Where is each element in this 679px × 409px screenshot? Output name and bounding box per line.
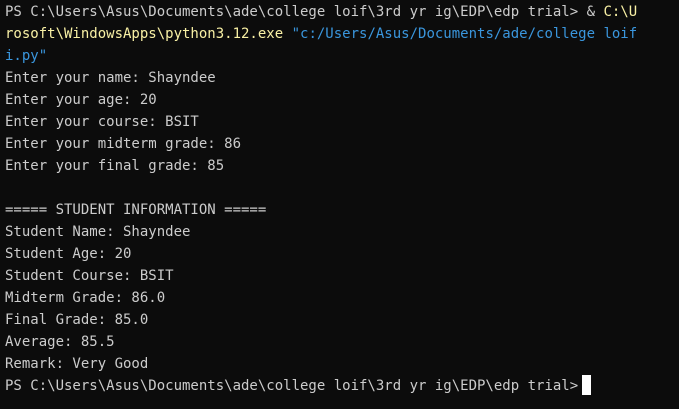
final-prompt-line[interactable]: PS C:\Users\Asus\Documents\ade\college l… (5, 375, 679, 397)
input-midterm-line: Enter your midterm grade: 86 (5, 136, 242, 152)
input-name-line: Enter your name: Shayndee (5, 70, 216, 86)
output-final-line: Final Grade: 85.0 (5, 312, 149, 328)
output-course-line: Student Course: BSIT (5, 268, 174, 284)
text-cursor (582, 375, 592, 395)
command-operator: & (578, 4, 604, 20)
prompt-text: PS C:\Users\Asus\Documents\ade\college l… (5, 4, 579, 20)
info-header: ===== STUDENT INFORMATION ===== (5, 202, 267, 218)
final-prompt-text: PS C:\Users\Asus\Documents\ade\college l… (5, 378, 579, 394)
command-argument: "c:/Users/Asus/Documents/ade/college loi… (283, 26, 638, 42)
command-executable: C:\U (603, 4, 638, 20)
command-executable-cont: rosoft\WindowsApps\python3.12.exe (5, 26, 284, 42)
input-age-line: Enter your age: 20 (5, 92, 157, 108)
command-argument-cont: i.py" (5, 48, 48, 64)
input-course-line: Enter your course: BSIT (5, 114, 199, 130)
output-midterm-line: Midterm Grade: 86.0 (5, 290, 166, 306)
command-line-wrap-2: i.py" (5, 45, 679, 67)
output-average-line: Average: 85.5 (5, 334, 115, 350)
input-final-line: Enter your final grade: 85 (5, 158, 225, 174)
command-line-wrap: rosoft\WindowsApps\python3.12.exe "c:/Us… (5, 23, 679, 45)
output-name-line: Student Name: Shayndee (5, 224, 191, 240)
terminal-window[interactable]: PS C:\Users\Asus\Documents\ade\college l… (0, 0, 679, 409)
output-age-line: Student Age: 20 (5, 246, 132, 262)
output-remark-line: Remark: Very Good (5, 356, 149, 372)
command-line: PS C:\Users\Asus\Documents\ade\college l… (5, 1, 679, 23)
